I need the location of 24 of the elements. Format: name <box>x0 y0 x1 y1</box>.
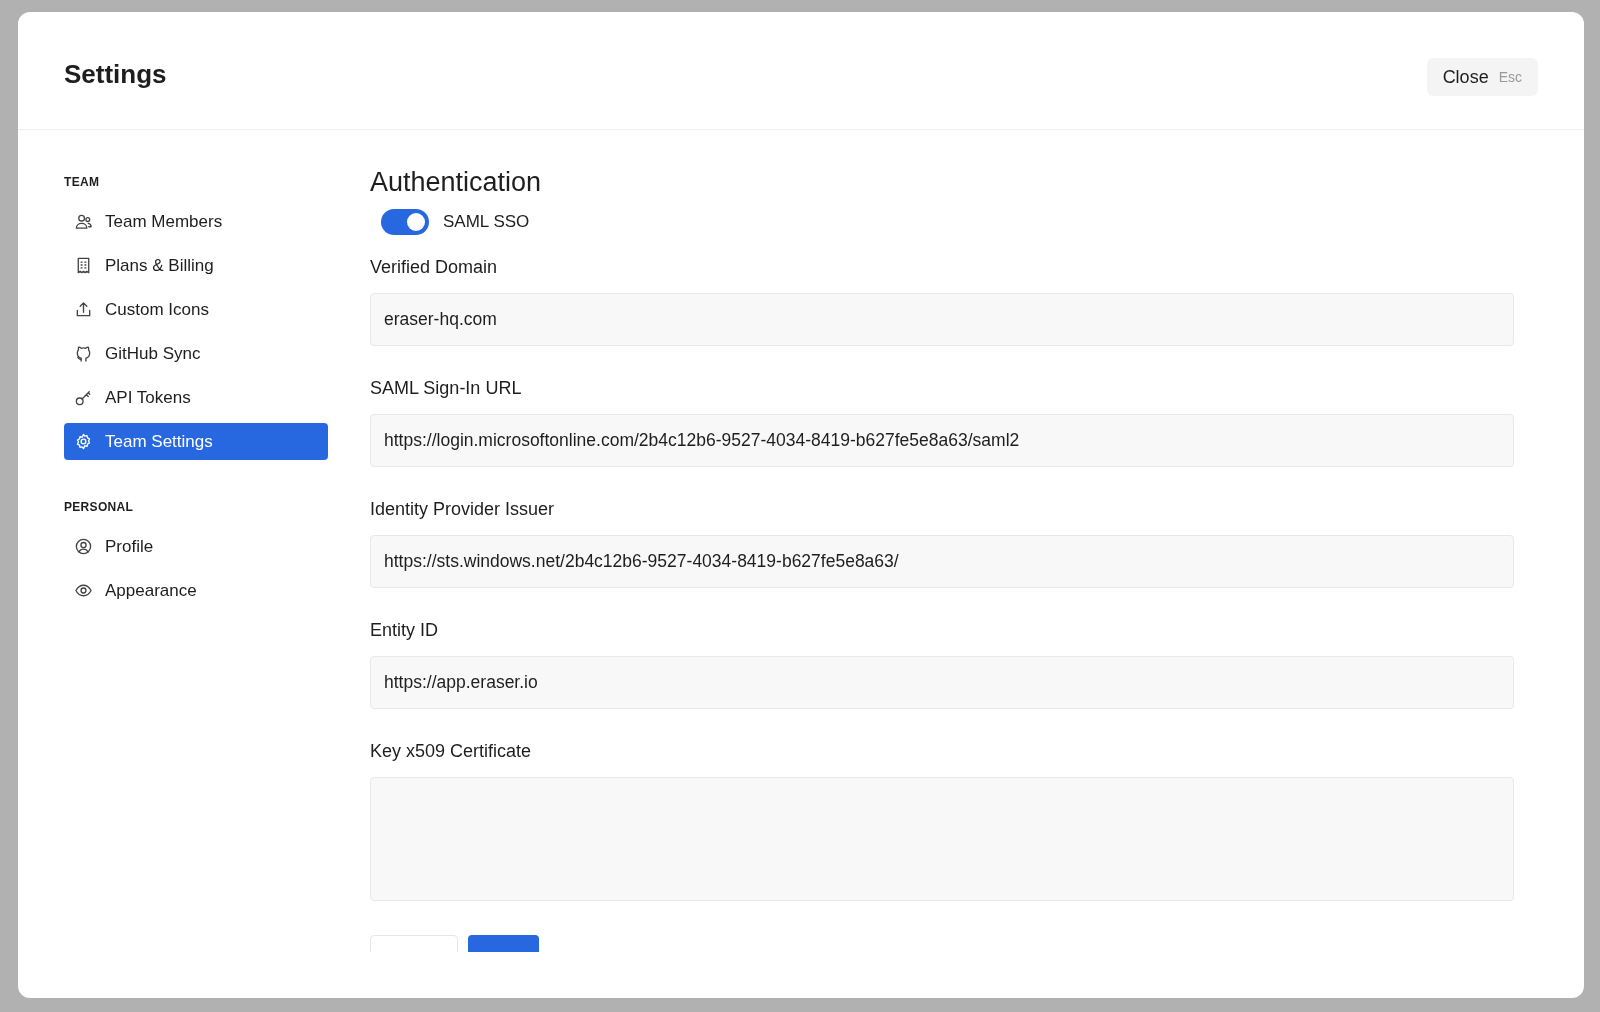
sidebar-item[interactable]: Appearance <box>64 572 328 609</box>
field-label: SAML Sign-In URL <box>370 378 523 399</box>
sidebar-item[interactable]: Plans & Billing <box>64 247 328 284</box>
field-label: Verified Domain <box>370 257 499 278</box>
input-field[interactable]: https://sts.windows.net/2b4c12b6-9527-4034-8419-b627fe5e8a63/ <box>370 535 1514 588</box>
section-title: Authentication <box>370 167 543 198</box>
toggle-label: SAML SSO <box>443 212 530 232</box>
dialog-title: Settings <box>64 59 167 90</box>
input-field[interactable]: https://login.microsoftonline.com/2b4c12b6-9527-4034-8419-b627fe5e8a63/saml2 <box>370 414 1514 467</box>
field-label: Entity ID <box>370 620 440 641</box>
input-field[interactable]: eraser-hq.com <box>370 293 1514 346</box>
shortcut-hint: Esc <box>1498 69 1522 85</box>
input-field[interactable]: https://app.eraser.io <box>370 656 1514 709</box>
field-label: Identity Provider Issuer <box>370 499 556 520</box>
field-label: Key x509 Certificate <box>370 741 533 762</box>
sidebar-item[interactable]: Custom Icons <box>64 291 328 328</box>
sidebar-item[interactable]: API Tokens <box>64 379 328 416</box>
sidebar-item[interactable]: Profile <box>64 528 328 565</box>
sidebar-item[interactable]: Team Settings <box>64 423 328 460</box>
close-button[interactable]: Close Esc <box>1426 58 1538 96</box>
section-heading: TEAM <box>64 175 101 189</box>
sidebar-item[interactable]: GitHub Sync <box>64 335 328 372</box>
sidebar-item[interactable]: Team Members <box>64 203 328 240</box>
section-heading: PERSONAL <box>64 500 135 514</box>
